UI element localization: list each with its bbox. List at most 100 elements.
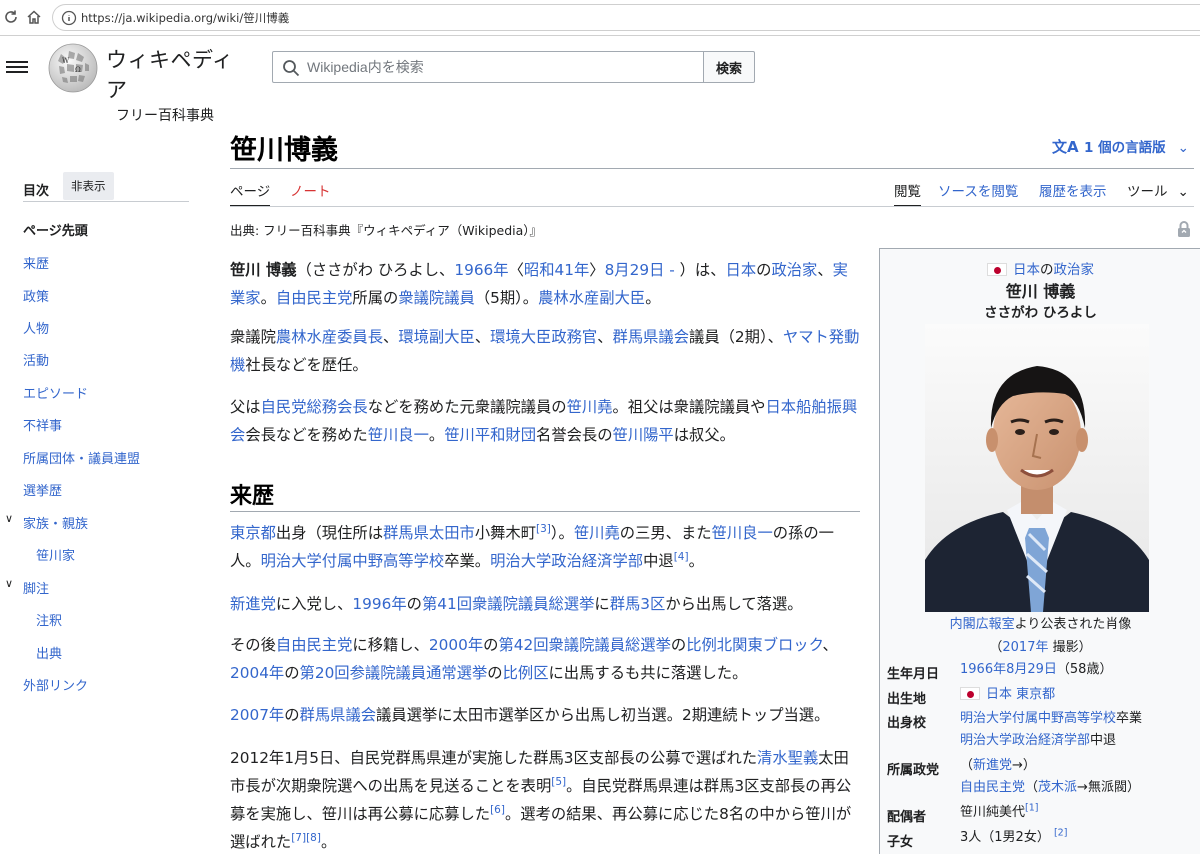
toc-item-external-links[interactable]: 外部リンク [23,675,88,694]
link[interactable]: 群馬県議会 [300,706,377,724]
link[interactable]: 昭和41年 [524,261,589,279]
link[interactable]: 自民党総務会長 [261,398,368,416]
link[interactable]: 太田市 [429,524,475,542]
toc-item-family[interactable]: 家族・親族 [23,513,88,532]
wikipedia-logo[interactable]: W Ω [47,42,99,94]
link[interactable]: 日本 [1013,262,1040,278]
link[interactable]: 笹川堯 [567,398,613,416]
home-icon[interactable] [25,9,43,27]
reference-link[interactable]: [3] [536,523,551,535]
link[interactable]: 2017年 [1002,640,1048,655]
tab-page[interactable]: ページ [230,180,271,207]
browser-toolbar: https://ja.wikipedia.org/wiki/笹川博義 [0,0,1200,36]
tab-history[interactable]: 履歴を表示 [1039,180,1107,200]
link[interactable]: 自由民主党 [960,780,1025,795]
tools-menu[interactable]: ツール ⌄ [1127,180,1189,200]
link[interactable]: 笹川良一 [368,426,429,444]
toc-item-elections[interactable]: 選挙歴 [23,480,62,499]
toc-item-top[interactable]: ページ先頭 [23,220,88,239]
link[interactable]: 東京都 [230,524,276,542]
link[interactable]: 日本 [726,261,757,279]
link[interactable]: 明治大学付属中野高等学校 [261,552,445,570]
link[interactable]: 群馬県議会 [613,328,690,346]
toc-item-episodes[interactable]: エピソード [23,383,88,402]
link[interactable]: 明治大学付属中野高等学校 [960,711,1116,726]
main-menu-icon[interactable] [6,58,28,78]
link[interactable]: 第42回衆議院議員総選挙 [498,636,670,654]
reference-link[interactable]: [1] [1025,803,1038,814]
text: 議員選挙に太田市選挙区から出馬し初当選。2期連続トップ当選。 [376,706,830,724]
link[interactable]: 比例区 [503,664,549,682]
reference-link[interactable]: [8] [306,832,321,844]
link[interactable]: 農林水産委員長 [276,328,383,346]
wordmark[interactable]: ウィキペディア フリー百科事典 [106,44,246,125]
toc-item-activities[interactable]: 活動 [23,350,49,369]
link[interactable]: 第41回衆議院議員総選挙 [422,595,594,613]
link[interactable]: 明治大学政治経済学部 [960,733,1090,748]
link[interactable]: 2004年 [230,664,284,682]
toc-item-sasagawa-family[interactable]: 笹川家 [36,545,75,564]
chevron-down-icon[interactable]: ∨ [5,512,13,525]
link[interactable]: 政治家 [1054,262,1095,278]
reload-icon[interactable] [2,9,20,27]
language-button[interactable]: 文A 1 個の言語版 ⌄ [1052,136,1189,157]
link[interactable]: 自由民主党 [276,289,353,307]
link[interactable]: 新進党 [973,758,1012,773]
link[interactable]: 2007年 [230,706,284,724]
chevron-down-icon: ⌄ [1177,184,1189,200]
reference-link[interactable]: [5] [551,776,566,788]
toc-item-groups[interactable]: 所属団体・議員連盟 [23,448,140,467]
link[interactable]: 政治家 [771,261,817,279]
tab-read[interactable]: 閲覧 [894,180,921,207]
link[interactable]: 東京都 [1016,687,1055,702]
link[interactable]: 清水聖義 [757,749,818,767]
link[interactable]: 第20回参議院議員通常選挙 [300,664,488,682]
link[interactable]: 環境大臣政務官 [490,328,597,346]
link[interactable]: 1996年 [352,595,406,613]
birthdate-label: 生年月日 [887,667,940,682]
tab-talk[interactable]: ノート [290,180,331,200]
toc-item-sources[interactable]: 出典 [36,643,62,662]
link[interactable]: 衆議院議員 [398,289,475,307]
link[interactable]: 環境副大臣 [398,328,475,346]
reference-link[interactable]: [7] [291,832,306,844]
toc-item-annotations[interactable]: 注釈 [36,610,62,629]
link[interactable]: 笹川平和財団 [444,426,536,444]
link[interactable]: 1966年 [454,261,508,279]
reference-link[interactable]: [2] [1054,828,1067,839]
link[interactable]: 比例北関東ブロック [686,636,822,654]
search-input[interactable] [307,53,687,81]
search-button[interactable]: 検索 [703,51,755,83]
link[interactable]: 内閣広報室 [950,617,1015,632]
tab-view-source[interactable]: ソースを閲覧 [938,180,1018,200]
portrait-photo[interactable] [925,324,1149,612]
toc-item-notes[interactable]: 脚注 [23,578,49,597]
link[interactable]: 群馬県 [383,524,429,542]
link[interactable]: 新進党 [230,595,276,613]
link[interactable]: 笹川堯 [574,524,620,542]
chevron-down-icon[interactable]: ∨ [5,577,13,590]
toc-item-policy[interactable]: 政策 [23,286,49,305]
toc-item-person[interactable]: 人物 [23,318,49,337]
toc-hide-button[interactable]: 非表示 [63,172,114,200]
link[interactable]: 農林水産副大臣 [538,289,645,307]
link[interactable]: 1966年8月29日 [960,662,1057,677]
toc-item-career[interactable]: 来歴 [23,253,49,272]
address-bar[interactable]: https://ja.wikipedia.org/wiki/笹川博義 [52,4,1200,31]
link[interactable]: 笹川良一 [712,524,773,542]
url-text: https://ja.wikipedia.org/wiki/笹川博義 [81,11,290,25]
link[interactable]: 笹川陽平 [613,426,674,444]
reference-link[interactable]: [6] [490,804,505,816]
toc-item-scandal[interactable]: 不祥事 [23,415,62,434]
link[interactable]: 茂木派 [1038,780,1077,795]
link[interactable]: 2000年 [429,636,483,654]
reference-link[interactable]: [4] [674,551,689,563]
link[interactable]: 自由民主党 [276,636,353,654]
link[interactable]: 日本 [986,687,1012,702]
search-box[interactable] [272,51,704,83]
link[interactable]: 明治大学政治経済学部 [490,552,643,570]
link[interactable]: 8月29日 - [605,261,675,279]
site-info-icon[interactable] [61,10,77,26]
link[interactable]: 群馬3区 [610,595,666,613]
protection-lock-icon[interactable] [1176,220,1192,238]
